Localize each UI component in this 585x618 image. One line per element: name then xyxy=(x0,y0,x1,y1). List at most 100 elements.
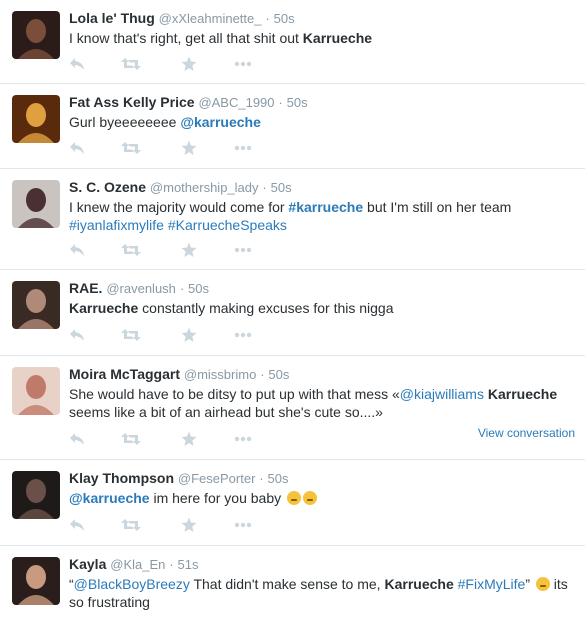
tweet-content: Kayla @Kla_En · 51s “@BlackBoyBreezy Tha… xyxy=(69,555,577,611)
reply-icon[interactable] xyxy=(69,516,91,534)
avatar-image xyxy=(12,471,60,519)
more-icon[interactable] xyxy=(234,326,256,344)
reply-icon[interactable] xyxy=(69,139,91,157)
retweet-icon[interactable] xyxy=(121,55,143,73)
mention-link[interactable]: @karrueche xyxy=(69,490,150,506)
timestamp[interactable]: 50s xyxy=(268,471,289,486)
mention-link[interactable]: @kiajwilliams xyxy=(400,386,484,402)
tweet-item[interactable]: RAE. @ravenlush · 50s Karrueche constant… xyxy=(0,270,585,356)
tweet-text-run: im here for you baby xyxy=(149,490,285,506)
kiss-emoji xyxy=(303,491,317,505)
timestamp[interactable]: 51s xyxy=(178,557,199,572)
avatar[interactable] xyxy=(12,281,60,329)
time-separator: · xyxy=(179,281,185,296)
avatar-image xyxy=(12,95,60,143)
mention-link[interactable]: @BlackBoyBreezy xyxy=(74,576,190,592)
view-conversation-link[interactable]: View conversation xyxy=(478,426,575,440)
retweet-icon[interactable] xyxy=(121,516,143,534)
tweet-item[interactable]: Fat Ass Kelly Price @ABC_1990 · 50s Gurl… xyxy=(0,84,585,169)
tweet-header: S. C. Ozene @mothership_lady · 50s xyxy=(69,178,577,197)
avatar[interactable] xyxy=(12,367,60,415)
avatar[interactable] xyxy=(12,557,60,605)
timestamp[interactable]: 50s xyxy=(271,180,292,195)
more-icon[interactable] xyxy=(234,55,256,73)
avatar-image xyxy=(12,367,60,415)
tweet-text-run: ” xyxy=(525,576,534,592)
tweet-item[interactable]: Moira McTaggart @missbrimo · 50s She wou… xyxy=(0,356,585,460)
reply-icon[interactable] xyxy=(69,326,91,344)
avatar-image xyxy=(12,180,60,228)
more-icon[interactable] xyxy=(234,430,256,448)
user-handle[interactable]: @ABC_1990 xyxy=(198,95,274,110)
tweet-text: “@BlackBoyBreezy That didn't make sense … xyxy=(69,575,577,611)
timestamp[interactable]: 50s xyxy=(188,281,209,296)
retweet-icon[interactable] xyxy=(121,241,143,259)
tweet-content: Lola le' Thug @xXleahminette_ · 50s I kn… xyxy=(69,9,577,47)
tweet-text-run: I knew the majority would come for xyxy=(69,199,289,215)
user-fullname[interactable]: Kayla xyxy=(69,556,106,572)
user-fullname[interactable]: Klay Thompson xyxy=(69,470,174,486)
tweet-content: S. C. Ozene @mothership_lady · 50s I kne… xyxy=(69,178,577,234)
mention-link[interactable]: @karrueche xyxy=(180,114,261,130)
user-handle[interactable]: @Kla_En xyxy=(110,557,165,572)
timestamp[interactable]: 50s xyxy=(287,95,308,110)
tweet-text: Karrueche constantly making excuses for … xyxy=(69,299,577,317)
tweet-item[interactable]: Kayla @Kla_En · 51s “@BlackBoyBreezy Tha… xyxy=(0,546,585,618)
more-icon[interactable] xyxy=(234,516,256,534)
reply-icon[interactable] xyxy=(69,55,91,73)
tweet-content: Klay Thompson @FesePorter · 50s @karruec… xyxy=(69,469,577,507)
more-icon[interactable] xyxy=(234,241,256,259)
hashtag-link[interactable]: #karrueche xyxy=(288,199,363,215)
tweet-item[interactable]: Lola le' Thug @xXleahminette_ · 50s I kn… xyxy=(0,0,585,84)
hashtag-link[interactable]: #FixMyLife xyxy=(458,576,526,592)
reply-icon[interactable] xyxy=(69,241,91,259)
tweet-text: I knew the majority would come for #karr… xyxy=(69,198,577,234)
user-fullname[interactable]: S. C. Ozene xyxy=(69,179,146,195)
time-separator: · xyxy=(278,95,283,110)
tweet-item[interactable]: Klay Thompson @FesePorter · 50s @karruec… xyxy=(0,460,585,546)
tweet-header: RAE. @ravenlush · 50s xyxy=(69,279,577,298)
user-handle[interactable]: @mothership_lady xyxy=(150,180,259,195)
search-keyword: Karrueche xyxy=(69,300,139,316)
tweet-header: Kayla @Kla_En · 51s xyxy=(69,555,577,574)
tweet-header: Lola le' Thug @xXleahminette_ · 50s xyxy=(69,9,577,28)
tweet-header: Klay Thompson @FesePorter · 50s xyxy=(69,469,577,488)
user-handle[interactable]: @xXleahminette_ xyxy=(159,11,262,26)
favorite-icon[interactable] xyxy=(181,55,203,73)
favorite-icon[interactable] xyxy=(181,241,203,259)
favorite-icon[interactable] xyxy=(181,326,203,344)
user-fullname[interactable]: Fat Ass Kelly Price xyxy=(69,94,195,110)
hashtag-link[interactable]: #iyanlafixmylife xyxy=(69,217,164,233)
search-keyword: Karrueche xyxy=(487,386,558,402)
time-separator: · xyxy=(265,11,270,26)
user-fullname[interactable]: Lola le' Thug xyxy=(69,10,155,26)
avatar[interactable] xyxy=(12,11,60,59)
user-fullname[interactable]: RAE. xyxy=(69,280,102,296)
timestamp[interactable]: 50s xyxy=(268,367,289,382)
retweet-icon[interactable] xyxy=(121,139,143,157)
retweet-icon[interactable] xyxy=(121,326,143,344)
favorite-icon[interactable] xyxy=(181,516,203,534)
retweet-icon[interactable] xyxy=(121,430,143,448)
user-fullname[interactable]: Moira McTaggart xyxy=(69,366,180,382)
favorite-icon[interactable] xyxy=(181,139,203,157)
reply-icon[interactable] xyxy=(69,430,91,448)
time-separator: · xyxy=(260,367,265,382)
tweet-text-run: seems like a bit of an airhead but she's… xyxy=(69,404,383,420)
more-icon[interactable] xyxy=(234,139,256,157)
timestamp[interactable]: 50s xyxy=(274,11,295,26)
avatar[interactable] xyxy=(12,95,60,143)
hashtag-link[interactable]: #KarruecheSpeaks xyxy=(168,217,287,233)
avatar-image xyxy=(12,11,60,59)
avatar[interactable] xyxy=(12,180,60,228)
avatar[interactable] xyxy=(12,471,60,519)
user-handle[interactable]: @missbrimo xyxy=(184,367,256,382)
tweet-item[interactable]: S. C. Ozene @mothership_lady · 50s I kne… xyxy=(0,169,585,270)
search-keyword: Karrueche xyxy=(302,30,373,46)
favorite-icon[interactable] xyxy=(181,430,203,448)
tears-of-joy-emoji xyxy=(535,577,550,591)
time-separator: · xyxy=(259,471,264,486)
tweet-text-run: constantly making excuses for this nigga xyxy=(138,300,394,316)
user-handle[interactable]: @ravenlush xyxy=(106,281,176,296)
user-handle[interactable]: @FesePorter xyxy=(178,471,256,486)
